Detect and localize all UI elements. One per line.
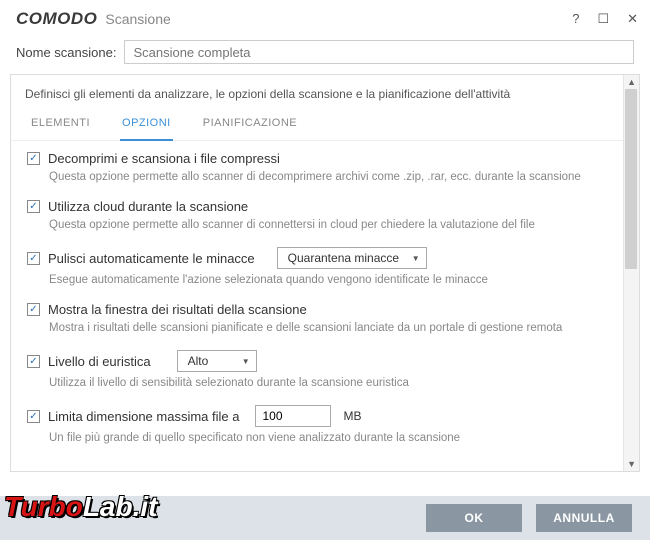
option-results-desc: Mostra i risultati delle scansioni piani… — [49, 320, 615, 336]
option-results-title: Mostra la finestra dei risultati della s… — [48, 302, 307, 317]
tab-options[interactable]: OPZIONI — [120, 109, 173, 141]
option-decompress: ✓ Decomprimi e scansiona i file compress… — [27, 151, 615, 185]
scan-name-row: Nome scansione: — [0, 34, 650, 74]
option-maxsize-desc: Un file più grande di quello specificato… — [49, 430, 615, 446]
maxsize-unit: MB — [343, 409, 361, 423]
select-autoclean-action[interactable]: Quarantena minacce — [277, 247, 427, 269]
maximize-icon[interactable]: ☐ — [597, 11, 609, 27]
main-panel: Definisci gli elementi da analizzare, le… — [10, 74, 640, 472]
option-cloud-title: Utilizza cloud durante la scansione — [48, 199, 248, 214]
checkbox-heuristic[interactable]: ✓ — [27, 355, 40, 368]
tab-schedule[interactable]: PIANIFICAZIONE — [201, 109, 299, 140]
option-maxsize-title: Limita dimensione massima file a — [48, 409, 239, 424]
option-decompress-title: Decomprimi e scansiona i file compressi — [48, 151, 280, 166]
scrollbar[interactable]: ▲ ▼ — [623, 75, 639, 471]
help-icon[interactable]: ? — [572, 11, 579, 27]
titlebar: COMODO Scansione ? ☐ ✕ — [0, 0, 650, 34]
option-results: ✓ Mostra la finestra dei risultati della… — [27, 302, 615, 336]
scroll-down-icon[interactable]: ▼ — [627, 459, 636, 469]
scan-name-input[interactable] — [124, 40, 634, 64]
checkbox-autoclean[interactable]: ✓ — [27, 252, 40, 265]
panel-description: Definisci gli elementi da analizzare, le… — [11, 75, 639, 109]
option-maxsize: ✓ Limita dimensione massima file a MB Un… — [27, 405, 615, 446]
ok-button[interactable]: OK — [426, 504, 522, 532]
tab-elements[interactable]: ELEMENTI — [29, 109, 92, 140]
select-heuristic-level[interactable]: Alto — [177, 350, 257, 372]
footer: OK ANNULLA — [0, 496, 650, 540]
option-heuristic-desc: Utilizza il livello di sensibilità selez… — [49, 375, 615, 391]
window-subtitle: Scansione — [105, 11, 170, 27]
checkbox-results[interactable]: ✓ — [27, 303, 40, 316]
scrollbar-thumb[interactable] — [625, 89, 637, 269]
window-controls: ? ☐ ✕ — [572, 11, 638, 27]
option-decompress-desc: Questa opzione permette allo scanner di … — [49, 169, 615, 185]
close-icon[interactable]: ✕ — [627, 11, 638, 27]
option-autoclean: ✓ Pulisci automaticamente le minacce Qua… — [27, 247, 615, 288]
checkbox-maxsize[interactable]: ✓ — [27, 410, 40, 423]
scroll-up-icon[interactable]: ▲ — [627, 77, 636, 87]
scan-name-label: Nome scansione: — [16, 45, 116, 60]
checkbox-cloud[interactable]: ✓ — [27, 200, 40, 213]
select-heuristic-value: Alto — [188, 354, 209, 368]
option-cloud-desc: Questa opzione permette allo scanner di … — [49, 217, 615, 233]
option-autoclean-title: Pulisci automaticamente le minacce — [48, 251, 255, 266]
input-maxsize[interactable] — [255, 405, 331, 427]
select-autoclean-value: Quarantena minacce — [288, 251, 399, 265]
options-area: ✓ Decomprimi e scansiona i file compress… — [11, 141, 639, 471]
cancel-button[interactable]: ANNULLA — [536, 504, 632, 532]
option-heuristic: ✓ Livello di euristica Alto Utilizza il … — [27, 350, 615, 391]
option-autoclean-desc: Esegue automaticamente l'azione selezion… — [49, 272, 615, 288]
option-cloud: ✓ Utilizza cloud durante la scansione Qu… — [27, 199, 615, 233]
option-heuristic-title: Livello di euristica — [48, 354, 151, 369]
tabs: ELEMENTI OPZIONI PIANIFICAZIONE — [11, 109, 639, 141]
brand-logo: COMODO — [16, 9, 97, 29]
checkbox-decompress[interactable]: ✓ — [27, 152, 40, 165]
